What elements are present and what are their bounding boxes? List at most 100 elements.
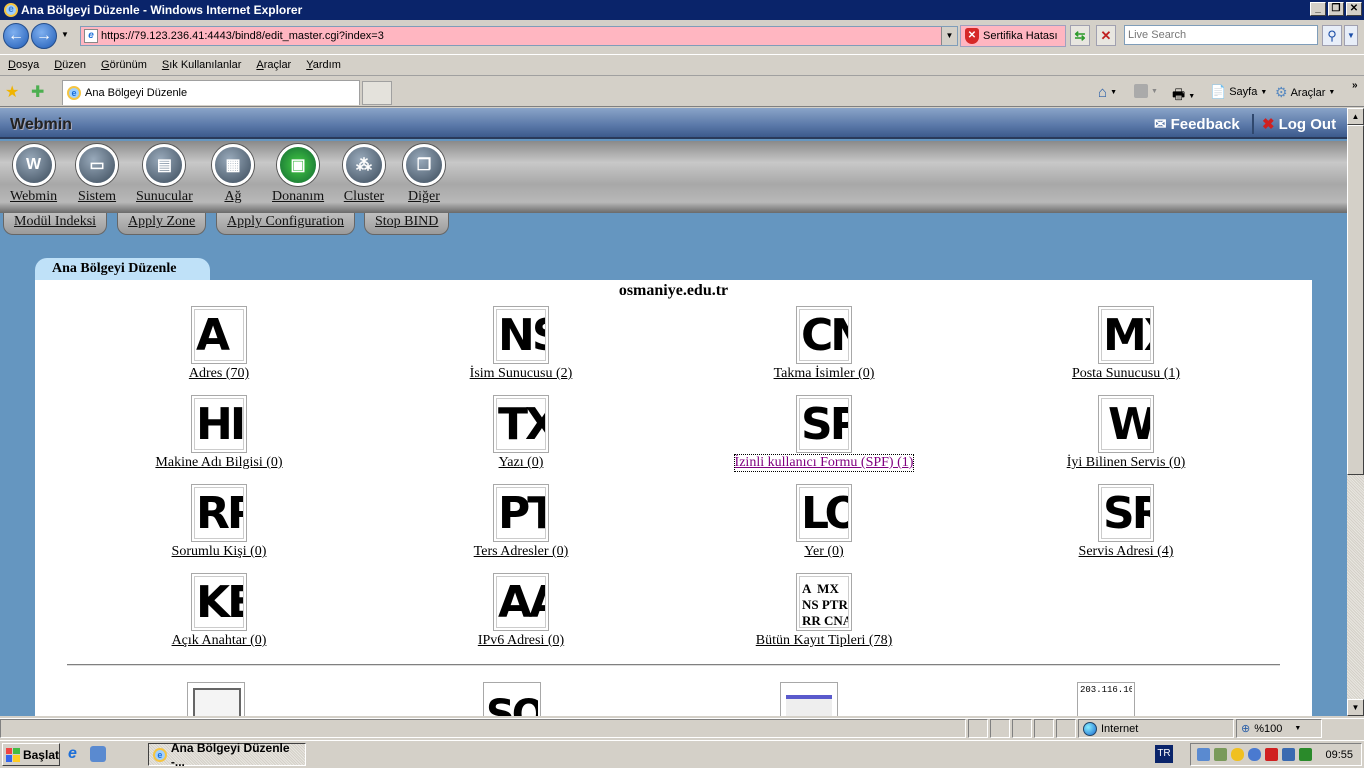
menu-view[interactable]: Görünüm (101, 59, 147, 71)
vmware-icon[interactable] (1282, 748, 1295, 761)
category-others[interactable]: ❐ Diğer (403, 144, 445, 205)
record-link[interactable]: Sorumlu Kişi (0) (172, 544, 267, 560)
record-link[interactable]: Servis Adresi (4) (1079, 544, 1174, 560)
apply-zone-tab[interactable]: Apply Zone (117, 213, 207, 235)
zoom-control[interactable]: ⊕ %100 ▼ (1236, 719, 1322, 738)
search-input[interactable]: Live Search (1124, 25, 1318, 45)
record-type-txt[interactable]: TX Yazı (0) (401, 395, 641, 471)
tools-menu-button[interactable]: ⚙ Araçlar ▼ (1275, 84, 1335, 101)
status-text (0, 719, 966, 738)
address-bar[interactable]: e https://79.123.236.41:4443/bind8/edit_… (80, 26, 958, 46)
hp-icon[interactable] (1299, 748, 1312, 761)
menu-favorites[interactable]: Sık Kullanılanlar (162, 59, 242, 71)
record-type-all[interactable]: A MX NS PTR RR CNA Bütün Kayıt Tipleri (… (704, 573, 944, 649)
record-link[interactable]: Makine Adı Bilgisi (0) (155, 455, 282, 471)
logout-link[interactable]: ✖ Log Out (1262, 115, 1336, 134)
zone-soa-button[interactable]: SO (483, 682, 541, 716)
menu-file[interactable]: Dosya (8, 59, 39, 71)
record-link[interactable]: Yazı (0) (499, 455, 544, 471)
record-link[interactable]: Posta Sunucusu (1) (1072, 366, 1180, 382)
url-text[interactable]: https://79.123.236.41:4443/bind8/edit_ma… (101, 30, 384, 42)
record-type-a[interactable]: A Adres (70) (99, 306, 339, 382)
browser-tab-active[interactable]: e Ana Bölgeyi Düzenle (62, 80, 360, 105)
lookup-zone-button[interactable]: 203.116.16 (1077, 682, 1135, 716)
record-type-srv[interactable]: SR Servis Adresi (4) (1006, 484, 1246, 560)
record-type-ns[interactable]: NS İsim Sunucusu (2) (401, 306, 641, 382)
record-type-cname[interactable]: CN Takma İsimler (0) (704, 306, 944, 382)
search-icon[interactable]: ⚲ (1322, 25, 1342, 46)
record-type-rp[interactable]: RP Sorumlu Kişi (0) (99, 484, 339, 560)
back-button[interactable]: ← (3, 23, 29, 49)
chevron-more-icon[interactable]: » (1352, 80, 1358, 91)
record-type-spf[interactable]: SP İzinli kullanıcı Formu (SPF) (1) (704, 395, 944, 472)
network-icon[interactable] (1197, 748, 1210, 761)
ie-quicklaunch-icon[interactable]: e (68, 745, 77, 763)
record-link[interactable]: Bütün Kayıt Tipleri (78) (756, 633, 893, 649)
apply-configuration-tab[interactable]: Apply Configuration (216, 213, 356, 235)
new-tab-button[interactable] (362, 81, 392, 105)
record-link[interactable]: Adres (70) (189, 366, 249, 382)
security-shield-icon[interactable] (1231, 748, 1244, 761)
feeds-button[interactable]: ▼ (1134, 84, 1158, 98)
home-button[interactable]: ⌂ ▼ (1098, 84, 1117, 101)
scroll-thumb[interactable] (1347, 125, 1364, 475)
record-type-hinfo[interactable]: HI Makine Adı Bilgisi (0) (99, 395, 339, 471)
category-webmin[interactable]: W Webmin (10, 144, 57, 205)
record-link[interactable]: İyi Bilinen Servis (0) (1067, 455, 1186, 471)
security-zone[interactable]: Internet (1078, 719, 1234, 738)
search-options-dropdown-icon[interactable]: ▼ (1344, 25, 1358, 46)
menu-edit[interactable]: Düzen (54, 59, 86, 71)
vertical-scrollbar[interactable]: ▲ ▼ (1347, 108, 1364, 716)
category-network[interactable]: ▦ Ağ (212, 144, 254, 205)
search-tray-icon[interactable] (1248, 748, 1261, 761)
module-index-tab[interactable]: Modül Indeksi (3, 213, 108, 235)
refresh-button[interactable]: ⇆ (1070, 25, 1090, 46)
record-type-wks[interactable]: W İyi Bilinen Servis (0) (1006, 395, 1246, 471)
address-dropdown-icon[interactable]: ▼ (941, 27, 957, 45)
minimize-button[interactable]: _ (1310, 2, 1326, 16)
tab-bar: ★ ✚ e Ana Bölgeyi Düzenle ⌂ ▼ ▼ 🖶 ▼ 📄 Sayfa… (0, 78, 1364, 107)
category-cluster[interactable]: ⁂ Cluster (343, 144, 385, 205)
record-type-ptr[interactable]: PT Ters Adresler (0) (401, 484, 641, 560)
close-window-button[interactable]: ✕ (1346, 2, 1362, 16)
category-hardware[interactable]: ▣ Donanım (272, 144, 324, 205)
record-link[interactable]: Takma İsimler (0) (774, 366, 875, 382)
record-link[interactable]: Yer (0) (804, 544, 843, 560)
feedback-link[interactable]: ✉ Feedback (1154, 115, 1240, 134)
taskbar-ie-window[interactable]: e Ana Bölgeyi Düzenle -... (148, 741, 306, 768)
record-type-key[interactable]: KE Açık Anahtar (0) (99, 573, 339, 649)
record-link[interactable]: İzinli kullanıcı Formu (SPF) (1) (733, 454, 915, 472)
record-type-aaaa[interactable]: AA IPv6 Adresi (0) (401, 573, 641, 649)
scroll-up-button[interactable]: ▲ (1347, 108, 1364, 125)
record-link[interactable]: IPv6 Adresi (0) (478, 633, 564, 649)
record-link[interactable]: Ters Adresler (0) (474, 544, 569, 560)
certificate-error-button[interactable]: ✕ Sertifika Hatası (960, 25, 1066, 47)
record-type-mx[interactable]: MX Posta Sunucusu (1) (1006, 306, 1246, 382)
print-button[interactable]: 🖶 ▼ (1172, 84, 1195, 108)
menu-help[interactable]: Yardım (306, 59, 341, 71)
webmin-logo[interactable]: Webmin (10, 116, 72, 134)
add-favorite-icon[interactable]: ✚ (31, 82, 44, 102)
start-button[interactable]: Başlat (2, 743, 60, 766)
category-servers[interactable]: ▤ Sunucular (136, 144, 193, 205)
forward-button[interactable]: → (31, 23, 57, 49)
menu-tools[interactable]: Araçlar (256, 59, 291, 71)
record-link[interactable]: İsim Sunucusu (2) (470, 366, 573, 382)
record-type-loc[interactable]: LO Yer (0) (704, 484, 944, 560)
stop-bind-tab[interactable]: Stop BIND (364, 213, 450, 235)
restore-button[interactable]: ❐ (1328, 2, 1344, 16)
stop-button[interactable]: ✕ (1096, 25, 1116, 46)
history-dropdown-icon[interactable]: ▼ (61, 30, 69, 39)
scroll-down-button[interactable]: ▼ (1347, 699, 1364, 716)
category-system[interactable]: ▭ Sistem (76, 144, 118, 205)
zone-params-button[interactable] (780, 682, 838, 716)
safely-remove-icon[interactable] (1214, 748, 1227, 761)
favorites-star-icon[interactable]: ★ (5, 82, 19, 102)
antivirus-icon[interactable] (1265, 748, 1278, 761)
language-indicator[interactable]: TR (1155, 745, 1173, 763)
zoom-dropdown-icon[interactable]: ▼ (1294, 725, 1301, 732)
edit-zone-file-button[interactable] (187, 682, 245, 716)
show-desktop-icon[interactable] (90, 746, 106, 762)
page-menu-button[interactable]: 📄 Sayfa ▼ (1210, 84, 1267, 100)
record-link[interactable]: Açık Anahtar (0) (172, 633, 267, 649)
